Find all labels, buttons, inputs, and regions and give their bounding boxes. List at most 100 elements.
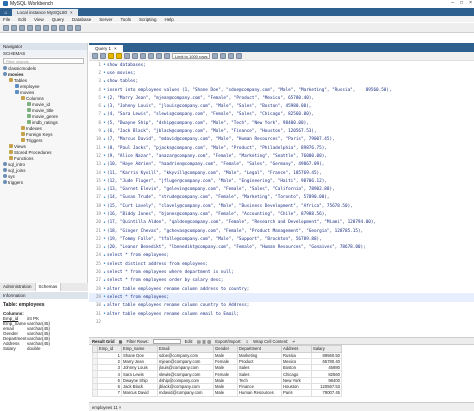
find-icon[interactable] [220,53,227,59]
editor-line[interactable]: 6 • (3, "Johnny Louis", "jlouis@company.co… [89,102,474,110]
table-cell[interactable]: Paris [281,389,312,397]
connection-tab[interactable]: Local instance MySQL80 × [12,9,78,16]
code-text: (14, "Susan Trude", "strude@company.com"… [107,195,330,201]
open-file-icon[interactable] [92,53,98,59]
editor-line[interactable]: 21 • (18, "Ginger Chevas", "gchevas@compan… [89,227,474,235]
editor-line[interactable]: 7 • (4, "Sara Lewis", "slewis@company.com"… [89,111,474,119]
create-table-icon[interactable] [35,24,41,31]
editor-line[interactable]: 28 • alter table employees rename column a… [89,285,474,293]
editor-line[interactable]: 4 • insert into employees values (1, "Shan… [89,86,474,94]
tab-schemas[interactable]: Schemas [35,283,62,291]
open-sql-file-icon[interactable] [11,24,17,31]
editor-line[interactable]: 17 • (14, "Susan Trude", "strude@company.c… [89,194,474,202]
table-cell[interactable]: Marcus David [121,389,158,397]
invisible-chars-icon[interactable] [228,53,235,59]
code-text: (7, "Marcus David", "mdavid@company.com"… [107,137,335,143]
new-sql-tab-icon[interactable] [3,24,9,31]
maximize-icon[interactable]: □ [460,0,463,6]
menu-tools[interactable]: Tools [121,17,132,22]
editor-line[interactable]: 22 • (19, "Tommy Falle", "tfalle@company.c… [89,235,474,243]
save-icon[interactable] [100,53,106,59]
result-grid-label[interactable]: Result Grid [92,339,115,344]
reconnect-icon[interactable] [75,24,81,31]
close-tab-icon[interactable]: × [70,10,73,15]
editor-line[interactable]: 23 • (20, "Leanor Benedikt", "lbenedikt@co… [89,244,474,252]
editor-line[interactable]: 31 • alter table employees rename column e… [89,310,474,318]
create-view-icon[interactable] [43,24,49,31]
editor-line[interactable]: 9 • (6, "Jack Black", "jblack@company.com"… [89,127,474,135]
editor-line[interactable]: 29 • select * from employees; [89,293,474,302]
stop-icon[interactable] [132,53,138,59]
editor-line[interactable]: 5 • (2, "Marry Jean", "mjean@company.com",… [89,94,474,102]
menu-database[interactable]: Database [72,17,91,22]
beautify-icon[interactable] [212,53,219,59]
filter-rows-label: Filter Rows: [126,338,149,344]
menu-scripting[interactable]: Scripting [139,17,157,22]
table-cell[interactable]: mdavid@company.com [157,389,214,397]
editor-line[interactable]: 18 • (15, "Curt Lavely", "clavely@company.… [89,202,474,210]
editor-line[interactable]: 11 • (8, "Paul Jacks", "pjacks@company.com… [89,144,474,152]
editor-line[interactable]: 1 • show databases; [89,61,474,69]
wrap-cell-icon[interactable]: ↵ [292,339,296,344]
limit-rows-select[interactable]: Limit to 1000 rows [172,53,211,59]
filter-objects-input[interactable]: Filter objects [3,58,84,64]
edit-icons[interactable]: ▤ ▥ ▧ [197,339,211,344]
execute-statement-icon[interactable] [116,53,122,59]
table-cell[interactable]: Male [213,389,238,397]
rollback-icon[interactable] [156,53,162,59]
editor-line[interactable]: 27 • select * from employees order by sala… [89,277,474,285]
create-procedure-icon[interactable] [51,24,57,31]
editor-line[interactable]: 2 • use movies; [89,69,474,77]
menu-file[interactable]: File [3,17,10,22]
export-icon[interactable]: ⇩ [246,339,250,344]
tab-administration[interactable]: Administration [0,283,36,291]
info-column-name: Salary [3,346,16,351]
explain-icon[interactable] [124,53,130,59]
query-tab[interactable]: Query 1 × [89,45,123,52]
table-cell[interactable]: 79007.45 [311,389,342,397]
editor-line[interactable]: 15 • (12, "Jude Fluger", "jfluger@company.… [89,177,474,185]
editor-line[interactable]: 14 • (11, "Karrin Kyvill", "kkyvill@compan… [89,169,474,177]
editor-line[interactable]: 25 • select distinct address from employee… [89,260,474,268]
close-window-icon[interactable]: × [469,0,472,6]
sql-editor[interactable]: 1 • show databases; 2 • use movies; 3 • show tab… [89,61,474,336]
line-number: 13 [95,162,101,168]
menu-edit[interactable]: Edit [18,17,26,22]
editor-line[interactable]: 30 • alter table employees rename column c… [89,302,474,310]
editor-line[interactable]: 24 • select * from employees; [89,252,474,260]
editor-line[interactable]: 16 • (13, "Garnet Elevin", "gelevin@compan… [89,185,474,193]
table-cell[interactable]: Human Resources [237,389,282,397]
grid-icon[interactable]: ▦ [119,339,123,344]
filter-rows-input[interactable] [152,338,181,344]
editor-line[interactable]: 8 • (5, "Dwayne Ship", "dship@company.com"… [89,119,474,127]
execute-icon[interactable] [108,53,114,59]
code-text: (15, "Curt Lavely", "clavely@company.com… [107,203,353,209]
minimize-icon[interactable]: – [451,0,454,6]
menu-view[interactable]: View [34,17,44,22]
editor-line[interactable]: 12 • (9, "Alice Nazar", "anazar@company.co… [89,152,474,160]
table-row[interactable]: 7 Marcus David mdavid@company.com Male Human… [92,389,342,397]
menu-server[interactable]: Server [99,17,112,22]
tree-item-triggers[interactable]: triggers [0,179,87,185]
search-table-data-icon[interactable] [67,24,73,31]
editor-line[interactable]: 19 • (16, "Biddy Jones", "bjones@company.c… [89,210,474,218]
editor-line[interactable]: 13 • (10, "Haye Adrien", "haadrien@company… [89,161,474,169]
menu-query[interactable]: Query [52,17,64,22]
editor-line[interactable]: 26 • select * from employees where departm… [89,268,474,276]
autocommit-icon[interactable] [164,53,170,59]
editor-line[interactable]: 32 [89,318,474,326]
menu-help[interactable]: Help [165,17,174,22]
create-schema-icon[interactable] [27,24,33,31]
result-tab[interactable]: employees 11 × [89,402,474,411]
table-cell[interactable]: 7 [97,389,122,397]
editor-line[interactable]: 3 • show tables; [89,78,474,86]
inspector-icon[interactable] [19,24,25,31]
create-function-icon[interactable] [59,24,65,31]
commit-icon[interactable] [148,53,154,59]
toggle-error-icon[interactable] [140,53,146,59]
editor-line[interactable]: 20 • (17, "Quintilla Alden", "qalden@compa… [89,219,474,227]
editor-line[interactable]: 10 • (7, "Marcus David", "mdavid@company.c… [89,136,474,144]
wrap-lines-icon[interactable] [236,53,243,59]
home-icon[interactable]: ⌂ [2,9,10,16]
close-query-tab-icon[interactable]: × [114,46,117,51]
